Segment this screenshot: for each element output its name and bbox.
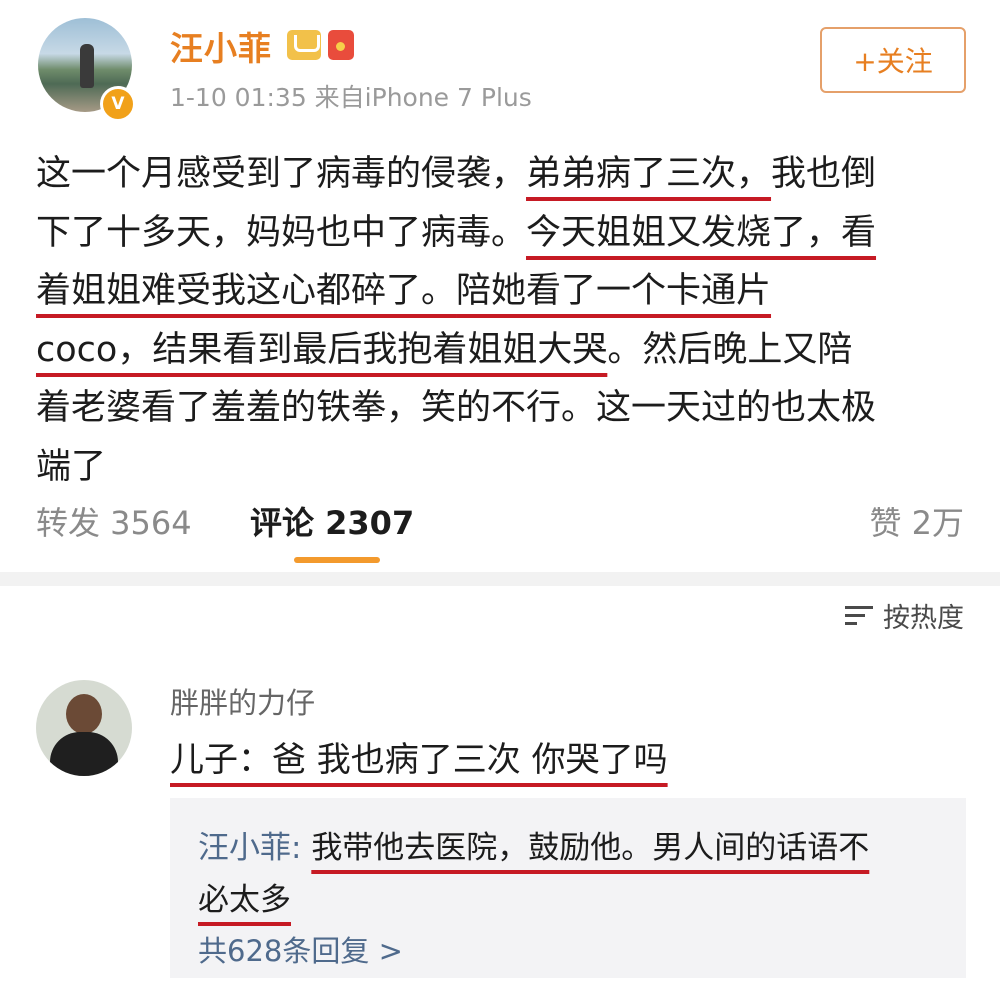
sort-label: 按热度 (883, 603, 964, 634)
post-text-seg: 。然后晚上又陪 (607, 329, 853, 370)
more-replies-link[interactable]: 共628条回复 > (198, 928, 403, 970)
section-divider (0, 572, 1000, 586)
post-text-seg: 下了十多天，妈妈也中了病毒。 (36, 212, 527, 253)
tab-comment[interactable]: 评论 2307 (250, 498, 414, 544)
post-username[interactable]: 汪小菲 (170, 22, 272, 70)
post-text: 这一个月感受到了病毒的侵袭，弟弟病了三次，我也倒 下了十多天，妈妈也中了病毒。今… (36, 145, 966, 496)
comment-text: 儿子：爸 我也病了三次 你哭了吗 (170, 740, 668, 780)
reply-line: 必太多 (198, 874, 291, 926)
active-tab-indicator (294, 557, 380, 563)
post-text-highlight: 今天姐姐又发烧了，看 (526, 212, 877, 253)
commenter-username[interactable]: 胖胖的力仔 (170, 680, 315, 722)
sort-icon (845, 603, 875, 629)
reply-line: 汪小菲: 我带他去医院，鼓励他。男人间的话语不 (198, 822, 869, 874)
tab-repost[interactable]: 转发 3564 (36, 498, 192, 544)
follow-button[interactable]: +关注 (820, 27, 966, 93)
post-meta: 1-10 01:35 来自iPhone 7 Plus (170, 83, 532, 112)
red-packet-icon (328, 30, 354, 60)
post-text-seg: 着老婆看了羞羞的铁拳，笑的不行。这一天过的也太极 (36, 388, 877, 428)
sort-button[interactable]: 按热度 (845, 596, 964, 635)
post-text-seg: 我也倒 (771, 154, 877, 194)
post-text-seg: 端了 (36, 446, 107, 487)
post-text-highlight: coco，结果看到最后我抱着姐姐大哭 (36, 329, 608, 370)
vip-crown-icon (287, 30, 321, 60)
post-text-seg: 这一个月感受到了病毒的侵袭， (36, 154, 527, 194)
post-text-highlight: 弟弟病了三次， (526, 154, 772, 194)
verified-icon: V (100, 86, 136, 122)
reply-text: 我带他去医院，鼓励他。男人间的话语不 (311, 830, 870, 866)
reply-text: 必太多 (198, 882, 291, 918)
commenter-avatar[interactable] (36, 680, 132, 776)
post-text-highlight: 陪她看了一个卡通片 (456, 271, 772, 311)
reply-username[interactable]: 汪小菲: (198, 830, 301, 866)
tab-like[interactable]: 赞 2万 (869, 498, 964, 544)
post-text-highlight: 着姐姐难受我这心都碎了。 (36, 271, 457, 311)
